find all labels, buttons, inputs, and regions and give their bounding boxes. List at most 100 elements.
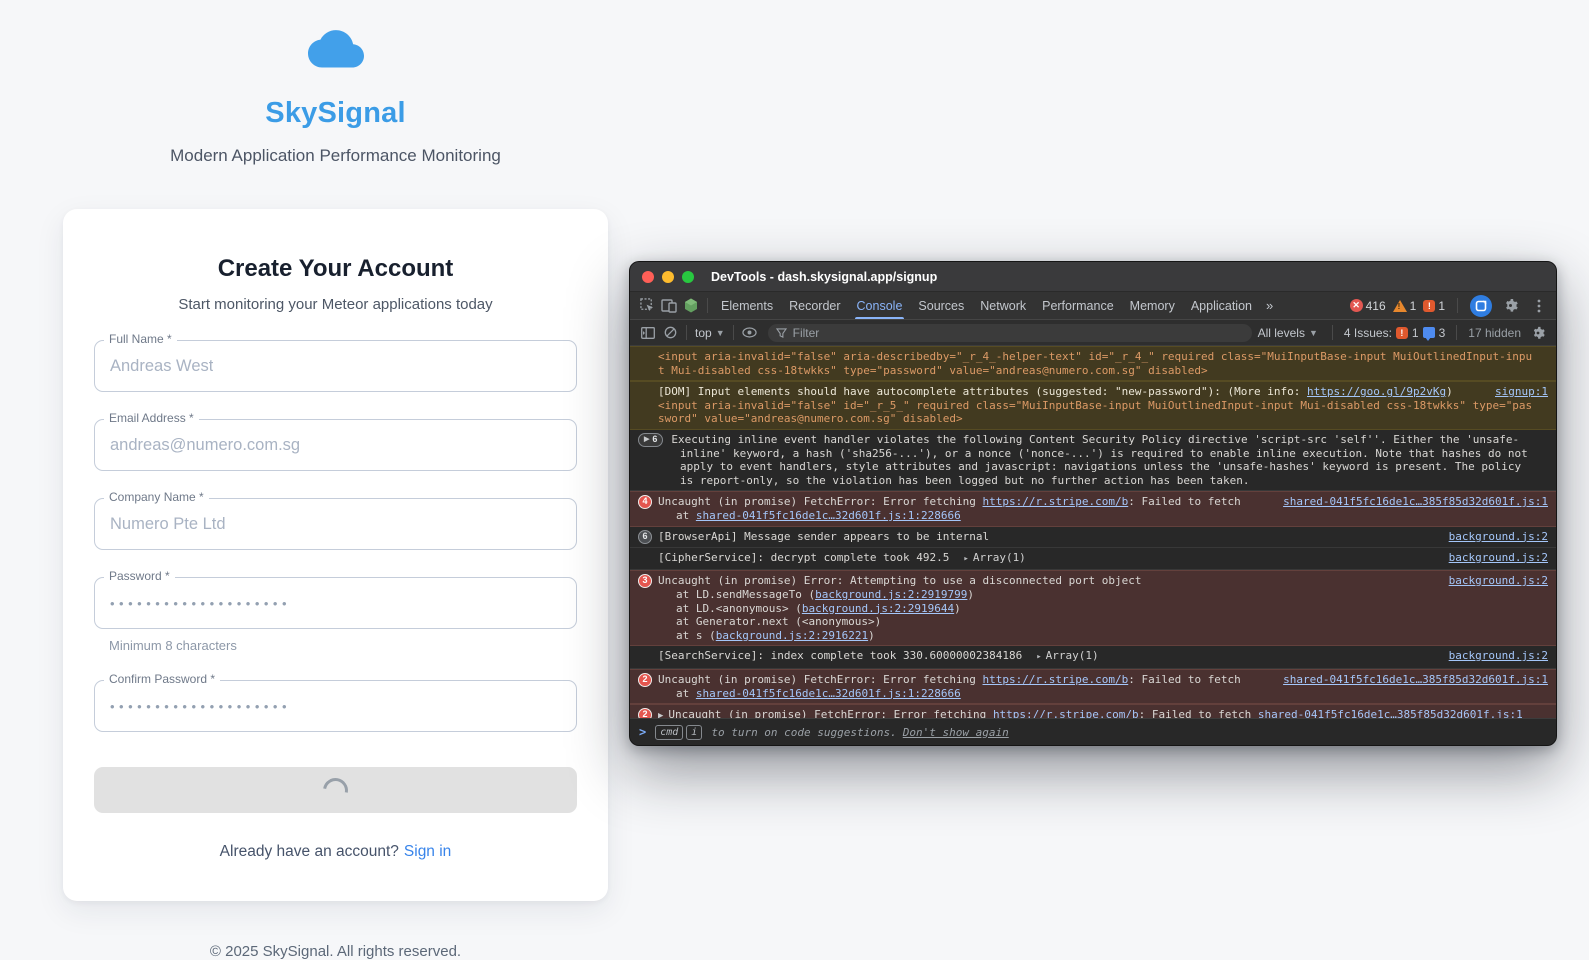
source-link[interactable]: shared-041f5fc16de1c…385f85d32d601f.js:1: [1269, 673, 1548, 687]
live-expression-eye-icon[interactable]: [739, 323, 761, 343]
divider: [732, 325, 734, 340]
tab-network[interactable]: Network: [972, 292, 1034, 319]
card-title: Create Your Account: [217, 255, 454, 282]
tab-performance[interactable]: Performance: [1034, 292, 1122, 319]
tab-recorder[interactable]: Recorder: [781, 292, 848, 319]
group-count-badge[interactable]: ▶ 6: [638, 432, 664, 447]
console-message[interactable]: ▶ 6 Executing inline event handler violat…: [630, 430, 1556, 491]
divider: [1457, 298, 1458, 313]
close-window-button[interactable]: [642, 270, 654, 283]
console-message[interactable]: 4 Uncaught (in promise) FetchError: Erro…: [630, 491, 1556, 527]
company-name-label: Company Name *: [104, 491, 209, 504]
console-message[interactable]: 2 Uncaught (in promise) FetchError: Erro…: [630, 668, 1556, 704]
stack-link[interactable]: background.js:2:2919799: [815, 588, 967, 601]
issue-icon: !: [1423, 299, 1436, 312]
divider: [1456, 325, 1458, 340]
submit-button-loading[interactable]: [94, 767, 577, 813]
nodejs-icon[interactable]: [680, 296, 702, 316]
source-link[interactable]: background.js:2: [1435, 530, 1548, 544]
console-link[interactable]: https://r.stripe.com/b: [993, 708, 1139, 718]
password-label: Password *: [104, 570, 175, 583]
password-input[interactable]: ••••••••••••••••••••: [94, 577, 577, 629]
password-helper-text: Minimum 8 characters: [109, 638, 237, 653]
email-input[interactable]: andreas@numero.com.sg: [94, 419, 577, 471]
error-icon: ✕: [1349, 299, 1363, 312]
more-tabs-button[interactable]: »: [1260, 298, 1279, 313]
source-link[interactable]: signup:1: [1481, 385, 1548, 399]
console-link[interactable]: https://r.stripe.com/b: [983, 673, 1129, 686]
divider: [1331, 325, 1333, 340]
dont-show-again-link[interactable]: Don't show again: [903, 726, 1009, 739]
stack-link[interactable]: shared-041f5fc16de1c…32d601f.js:1:228666: [696, 687, 961, 700]
hidden-messages-count[interactable]: 17 hidden: [1468, 326, 1521, 340]
source-link[interactable]: background.js:2: [1435, 551, 1548, 565]
source-link[interactable]: background.js:2: [1435, 574, 1548, 588]
signup-card: Create Your Account Start monitoring you…: [63, 209, 608, 901]
confirm-password-input[interactable]: ••••••••••••••••••••: [94, 680, 577, 732]
device-toolbar-icon[interactable]: [658, 296, 680, 316]
expand-icon[interactable]: ▶: [658, 711, 663, 718]
divider: [686, 325, 687, 340]
expand-icon: ▶: [644, 435, 650, 443]
filter-placeholder: Filter: [792, 325, 820, 340]
source-link[interactable]: shared-041f5fc16de1c…385f85d32d601f.js:1: [1269, 495, 1548, 509]
console-message[interactable]: [CipherService]: decrypt complete took 4…: [630, 548, 1556, 570]
console-message[interactable]: 3 Uncaught (in promise) Error: Attemptin…: [630, 570, 1556, 646]
console-sidebar-toggle-icon[interactable]: [637, 323, 659, 343]
console-message[interactable]: [DOM] Input elements should have autocom…: [630, 381, 1556, 430]
suggestion-hint-text: to turn on code suggestions.: [711, 725, 897, 739]
console-message[interactable]: 2 ▶ Uncaught (in promise) FetchError: Err…: [630, 704, 1556, 718]
console-link[interactable]: https://r.stripe.com/b: [983, 495, 1129, 508]
tab-memory[interactable]: Memory: [1122, 292, 1183, 319]
email-field: Email Address * andreas@numero.com.sg: [94, 412, 577, 471]
card-subtitle: Start monitoring your Meteor application…: [178, 296, 493, 313]
console-filter-input[interactable]: Filter: [767, 323, 1252, 342]
password-value: ••••••••••••••••••••: [110, 595, 292, 611]
minimize-window-button[interactable]: [662, 270, 674, 283]
console-message[interactable]: 6 [BrowserApi] Message sender appears to…: [630, 527, 1556, 548]
password-field: Password * •••••••••••••••••••• Minimum …: [94, 570, 577, 653]
console-message[interactable]: [SearchService]: index complete took 330…: [630, 646, 1556, 669]
tabbar-status-area: ✕ 416 1 ! 1: [1349, 294, 1550, 317]
log-levels-selector[interactable]: All levels ▼: [1255, 326, 1321, 340]
tab-console[interactable]: Console: [849, 292, 911, 319]
maximize-window-button[interactable]: [682, 270, 694, 283]
tab-elements[interactable]: Elements: [713, 292, 781, 319]
console-error-count[interactable]: ✕ 416: [1349, 299, 1386, 313]
signin-link[interactable]: Sign in: [404, 843, 451, 860]
source-link[interactable]: shared-041f5fc16de1c…385f85d32d601f.js:1: [1258, 708, 1523, 718]
kebab-menu-icon[interactable]: [1528, 296, 1550, 316]
clear-console-icon[interactable]: [659, 323, 681, 343]
error-count-badge: 4: [638, 495, 652, 509]
stack-link[interactable]: shared-041f5fc16de1c…32d601f.js:1:228666: [696, 509, 961, 522]
issues-summary[interactable]: 4 Issues: ! 1 3: [1344, 326, 1445, 341]
tab-application[interactable]: Application: [1183, 292, 1260, 319]
stack-link[interactable]: background.js:2:2916221: [716, 629, 868, 642]
company-name-field: Company Name * Numero Pte Ltd: [94, 491, 577, 550]
issues-count[interactable]: ! 1: [1423, 299, 1445, 313]
source-link[interactable]: background.js:2: [1435, 649, 1548, 663]
console-settings-gear-icon[interactable]: [1527, 323, 1549, 343]
array-expander[interactable]: ▸ Array(1): [1036, 649, 1098, 662]
context-selector[interactable]: top ▼: [692, 326, 728, 340]
error-count-badge: 2: [638, 672, 652, 687]
company-name-input[interactable]: Numero Pte Ltd: [94, 498, 577, 550]
full-name-input[interactable]: Andreas West: [94, 340, 577, 392]
logo-section: SkySignal Modern Application Performance…: [63, 0, 608, 166]
devtools-sync-button[interactable]: [1470, 294, 1492, 317]
copyright-footer: © 2025 SkySignal. All rights reserved.: [209, 943, 462, 960]
log-count-badge: 6: [638, 529, 652, 544]
tab-sources[interactable]: Sources: [910, 292, 972, 319]
console-prompt[interactable]: > cmd i to turn on code suggestions. Don…: [630, 718, 1556, 745]
console-link[interactable]: https://goo.gl/9p2vKg: [1307, 385, 1446, 398]
array-expander[interactable]: ▸ Array(1): [963, 551, 1025, 564]
console-toolbar: top ▼ Filter All levels ▼ 4 Issues: ! 1 3 …: [630, 320, 1556, 346]
issue-error-icon: !: [1395, 326, 1408, 339]
stack-link[interactable]: background.js:2:2919644: [802, 602, 954, 615]
cloud-logo-icon: [307, 30, 364, 70]
inspect-element-icon[interactable]: [636, 296, 658, 316]
settings-gear-icon[interactable]: [1499, 296, 1521, 316]
prompt-chevron-icon: >: [639, 725, 647, 739]
console-warning-count[interactable]: 1: [1392, 299, 1416, 313]
console-message[interactable]: <input aria-invalid="false" aria-describ…: [630, 346, 1556, 381]
